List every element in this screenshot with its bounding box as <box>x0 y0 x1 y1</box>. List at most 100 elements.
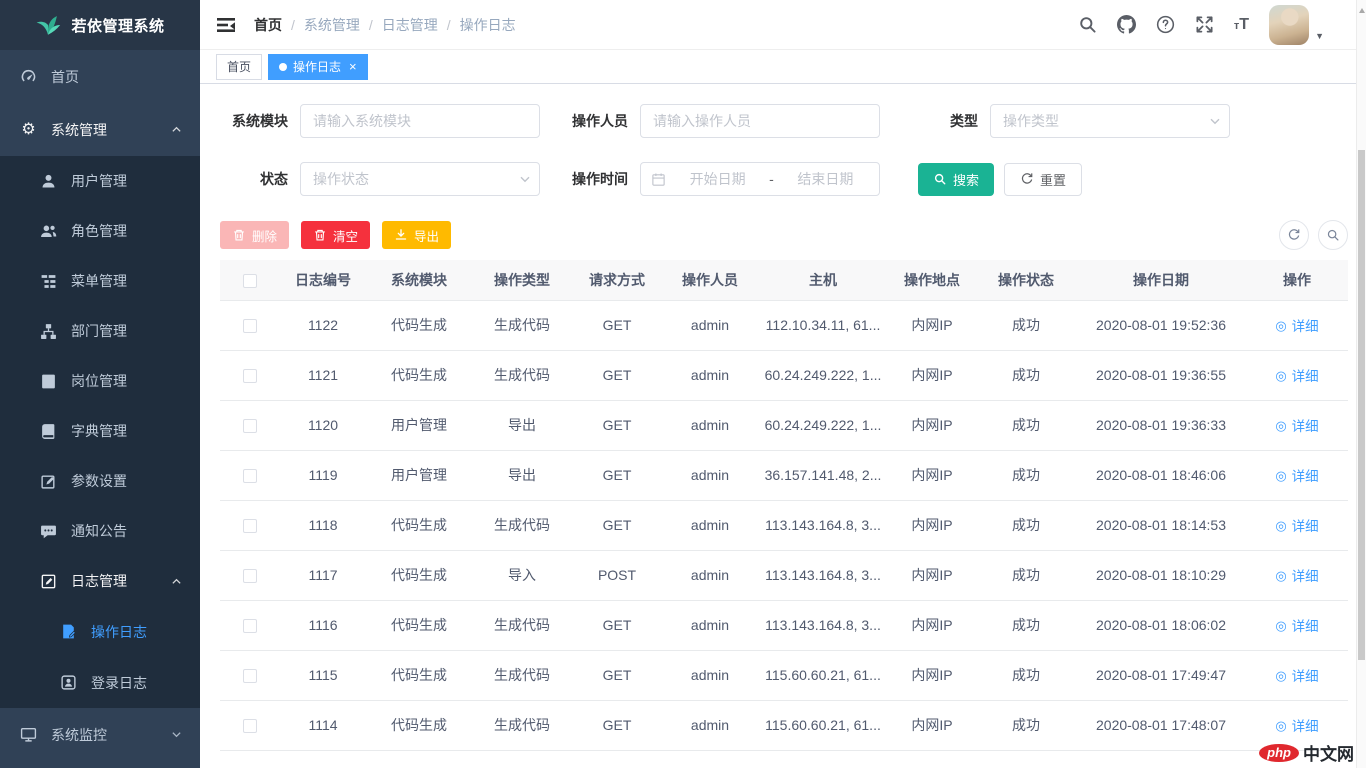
dict-icon <box>40 423 57 440</box>
search-button[interactable]: 搜索 <box>918 163 994 196</box>
column-header: 操作人员 <box>662 260 758 300</box>
detail-link[interactable]: ◎详细 <box>1275 665 1318 685</box>
font-size-icon[interactable]: тT <box>1234 17 1249 33</box>
breadcrumb-item: 日志管理 <box>382 15 438 35</box>
row-checkbox[interactable] <box>243 319 257 333</box>
fullscreen-icon[interactable] <box>1195 15 1214 34</box>
cell-date: 2020-08-01 18:46:06 <box>1076 450 1246 500</box>
question-icon[interactable] <box>1156 15 1175 34</box>
sidebar-item-label: 菜单管理 <box>71 271 127 291</box>
select-all-checkbox[interactable] <box>243 274 257 288</box>
eye-icon: ◎ <box>1275 719 1286 732</box>
scroll-up-arrow-icon[interactable] <box>1359 8 1365 13</box>
tab-operation-log[interactable]: 操作日志× <box>268 54 368 80</box>
sidebar-item-operation-log[interactable]: 操作日志 <box>0 606 200 657</box>
type-select[interactable] <box>990 104 1230 138</box>
cell-date: 2020-08-01 19:36:33 <box>1076 400 1246 450</box>
cell-module: 代码生成 <box>366 700 472 750</box>
sidebar-item-home[interactable]: 首页 <box>0 50 200 103</box>
eye-icon: ◎ <box>1275 519 1286 532</box>
user-menu[interactable]: ▼ <box>1269 5 1324 45</box>
cell-location: 内网IP <box>888 550 976 600</box>
sidebar-item-dicts[interactable]: 字典管理 <box>0 406 200 456</box>
module-input[interactable] <box>300 104 540 138</box>
delete-button[interactable]: 删除 <box>220 221 289 249</box>
detail-link[interactable]: ◎详细 <box>1275 415 1318 435</box>
scrollbar[interactable] <box>1356 0 1366 768</box>
cell-status: 成功 <box>976 400 1076 450</box>
cell-status: 成功 <box>976 550 1076 600</box>
cell-operator: admin <box>662 550 758 600</box>
cell-date: 2020-08-01 19:36:55 <box>1076 350 1246 400</box>
row-checkbox[interactable] <box>243 369 257 383</box>
cell-operator: admin <box>662 650 758 700</box>
hamburger-icon[interactable] <box>216 15 236 35</box>
row-checkbox[interactable] <box>243 469 257 483</box>
sidebar-item-roles[interactable]: 角色管理 <box>0 206 200 256</box>
sidebar-item-label: 部门管理 <box>71 321 127 341</box>
sidebar-item-label: 首页 <box>51 67 79 87</box>
avatar[interactable] <box>1269 5 1309 45</box>
status-label: 状态 <box>220 169 288 189</box>
detail-link[interactable]: ◎详细 <box>1275 315 1318 335</box>
sidebar-item-menus[interactable]: 菜单管理 <box>0 256 200 306</box>
sidebar-item-login-log[interactable]: 登录日志 <box>0 657 200 708</box>
toggle-search-button[interactable] <box>1318 220 1348 250</box>
top-navbar: 首页/系统管理/日志管理/操作日志 тT ▼ <box>200 0 1366 50</box>
cell-host: 113.143.164.8, 3... <box>758 500 888 550</box>
operator-input[interactable] <box>640 104 880 138</box>
cell-location: 内网IP <box>888 600 976 650</box>
scrollbar-thumb[interactable] <box>1358 150 1365 660</box>
table-header-row: 日志编号系统模块操作类型请求方式操作人员主机操作地点操作状态操作日期操作 <box>220 260 1348 300</box>
date-range-picker[interactable]: 开始日期 - 结束日期 <box>640 162 880 196</box>
sidebar-item-users[interactable]: 用户管理 <box>0 156 200 206</box>
row-checkbox[interactable] <box>243 719 257 733</box>
breadcrumb-separator: / <box>447 17 451 33</box>
row-checkbox[interactable] <box>243 619 257 633</box>
detail-link[interactable]: ◎详细 <box>1275 515 1318 535</box>
message-icon <box>40 523 57 540</box>
sidebar-item-departments[interactable]: 部门管理 <box>0 306 200 356</box>
cell-host: 60.24.249.222, 1... <box>758 350 888 400</box>
cell-operator: admin <box>662 500 758 550</box>
app-logo[interactable]: 若依管理系统 <box>0 0 200 50</box>
row-checkbox[interactable] <box>243 519 257 533</box>
detail-link[interactable]: ◎详细 <box>1275 715 1318 735</box>
cell-location: 内网IP <box>888 500 976 550</box>
sidebar-item-params[interactable]: 参数设置 <box>0 456 200 506</box>
refresh-button[interactable] <box>1279 220 1309 250</box>
status-select[interactable] <box>300 162 540 196</box>
cell-module: 代码生成 <box>366 550 472 600</box>
breadcrumb-item[interactable]: 首页 <box>254 15 282 35</box>
cell-module: 代码生成 <box>366 350 472 400</box>
row-checkbox[interactable] <box>243 419 257 433</box>
sidebar-item-monitor[interactable]: 系统监控 <box>0 708 200 761</box>
export-button[interactable]: 导出 <box>382 221 451 249</box>
site-watermark: php 中文网 <box>1259 740 1354 765</box>
github-icon[interactable] <box>1117 15 1136 34</box>
clear-button[interactable]: 清空 <box>301 221 370 249</box>
sidebar-item-notices[interactable]: 通知公告 <box>0 506 200 556</box>
range-separator: - <box>769 171 774 187</box>
detail-link[interactable]: ◎详细 <box>1275 465 1318 485</box>
tab-home[interactable]: 首页 <box>216 54 262 80</box>
sidebar-item-posts[interactable]: 岗位管理 <box>0 356 200 406</box>
sidebar-item-system[interactable]: ⚙系统管理 <box>0 103 200 156</box>
cell-status: 成功 <box>976 650 1076 700</box>
detail-link[interactable]: ◎详细 <box>1275 615 1318 635</box>
reset-button[interactable]: 重置 <box>1004 163 1082 196</box>
start-date-placeholder[interactable]: 开始日期 <box>674 169 761 189</box>
detail-link[interactable]: ◎详细 <box>1275 565 1318 585</box>
search-icon[interactable] <box>1078 15 1097 34</box>
close-icon[interactable]: × <box>349 60 357 73</box>
cell-location: 内网IP <box>888 300 976 350</box>
column-header: 请求方式 <box>572 260 662 300</box>
table-row: 1122代码生成生成代码GETadmin112.10.34.11, 61...内… <box>220 300 1348 350</box>
leaf-logo-icon <box>35 14 61 36</box>
sidebar-item-logs[interactable]: 日志管理 <box>0 556 200 606</box>
detail-link[interactable]: ◎详细 <box>1275 365 1318 385</box>
row-checkbox[interactable] <box>243 669 257 683</box>
cell-host: 36.157.141.48, 2... <box>758 450 888 500</box>
end-date-placeholder[interactable]: 结束日期 <box>782 169 869 189</box>
row-checkbox[interactable] <box>243 569 257 583</box>
